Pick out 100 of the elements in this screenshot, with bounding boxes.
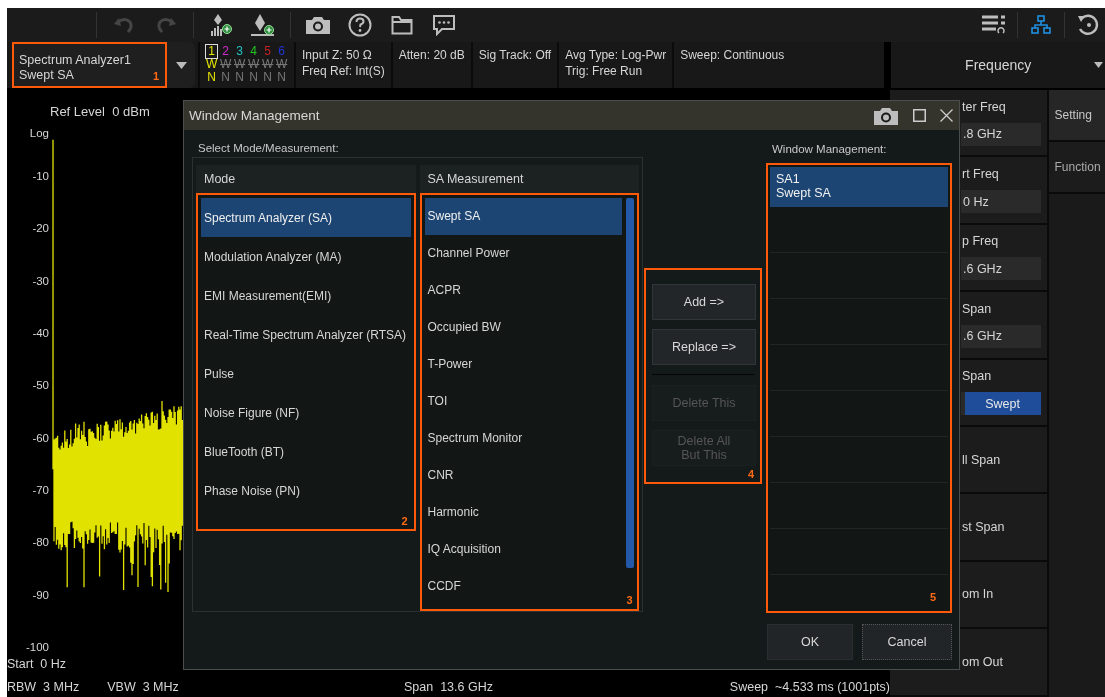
- mode-item[interactable]: Noise Figure (NF): [201, 393, 411, 432]
- measurement-item[interactable]: Spectrum Monitor: [424, 419, 622, 457]
- axis-label: -20: [32, 222, 49, 235]
- trace-type: W: [206, 58, 217, 71]
- scrollbar-thumb[interactable]: [625, 197, 634, 568]
- measurement-item[interactable]: Harmonic: [424, 493, 622, 531]
- vbw-value: VBW 3 MHz: [107, 680, 179, 694]
- menu-header[interactable]: Frequency: [891, 42, 1105, 88]
- setting-text: Avg Type: Log-Pwr: [565, 47, 667, 63]
- trace-detector: N: [262, 71, 273, 84]
- mode-item[interactable]: Real-Time Spectrum Analyzer (RTSA): [201, 315, 411, 354]
- cancel-button[interactable]: Cancel: [862, 624, 952, 660]
- setting-text: Trig: Free Run: [565, 63, 644, 79]
- trace-number[interactable]: 1: [206, 45, 217, 58]
- trace-detector: N: [276, 71, 287, 84]
- softkey-label: ter Freq: [962, 99, 1006, 114]
- toggle-option[interactable]: Swept: [964, 392, 1041, 416]
- mode-item[interactable]: Modulation Analyzer (MA): [201, 237, 411, 276]
- trace-type: W: [276, 58, 287, 71]
- mode-item[interactable]: Spectrum Analyzer (SA): [201, 198, 411, 237]
- callout-number: 1: [152, 69, 159, 84]
- group-label: Select Mode/Measurement:: [198, 142, 339, 154]
- mode-item[interactable]: EMI Measurement(EMI): [201, 276, 411, 315]
- measurement-item[interactable]: CCDF: [424, 567, 622, 605]
- measurement-item[interactable]: Occupied BW: [424, 308, 622, 346]
- callout-number: 3: [626, 594, 633, 606]
- caret-icon: [175, 61, 187, 69]
- mode-item[interactable]: Pulse: [201, 354, 411, 393]
- setting-text: Atten: 20 dB: [398, 47, 465, 63]
- softkey-label: Span: [962, 301, 992, 316]
- axis-label: -30: [32, 274, 49, 287]
- rbw-value: RBW 3 MHz: [7, 680, 80, 694]
- trace-type: W: [262, 58, 273, 71]
- value-field[interactable]: 0 Hz: [961, 190, 1041, 214]
- trace-number[interactable]: 4: [248, 45, 259, 58]
- chat-icon[interactable]: [432, 14, 456, 36]
- value-field[interactable]: .6 GHz: [961, 257, 1041, 281]
- setting-text: Sweep: Continuous: [680, 47, 785, 63]
- ref-level: Ref Level 0 dBm: [50, 104, 150, 119]
- softkey-label: om In: [962, 587, 994, 602]
- camera-icon[interactable]: [305, 15, 331, 35]
- mode-item[interactable]: Phase Noise (PN): [201, 471, 411, 510]
- action-button[interactable]: Add =>: [652, 284, 756, 320]
- camera-icon[interactable]: [873, 105, 899, 126]
- dropdown-button[interactable]: [167, 42, 195, 88]
- maximize-icon[interactable]: [913, 109, 926, 122]
- trace-number[interactable]: 3: [234, 45, 245, 58]
- trace-number[interactable]: 2: [220, 45, 231, 58]
- softkey-label: st Span: [962, 520, 1005, 535]
- mode-item[interactable]: BlueTooth (BT): [201, 432, 411, 471]
- softkey-label: p Freq: [962, 234, 999, 249]
- value-field[interactable]: .6 GHz: [961, 324, 1041, 348]
- dialog-title: Window Management: [189, 108, 320, 123]
- measurement-item[interactable]: ACPR: [424, 271, 622, 309]
- measurement-item[interactable]: CNR: [424, 456, 622, 494]
- setting-text: Input Z: 50 Ω: [302, 47, 373, 63]
- network-icon[interactable]: [1031, 15, 1051, 35]
- column-header: SA Measurement: [419, 165, 639, 193]
- side-tab[interactable]: Setting: [1048, 90, 1105, 142]
- trace-detector: N: [220, 71, 231, 84]
- axis-label: -60: [32, 431, 49, 444]
- measurement-item[interactable]: TOI: [424, 382, 622, 420]
- caret-icon: [1094, 62, 1103, 68]
- trace-type: W: [220, 58, 231, 71]
- trace-type: W: [248, 58, 259, 71]
- setting-text: Freq Ref: Int(S): [302, 63, 385, 79]
- close-icon[interactable]: [940, 109, 953, 122]
- measurement-item[interactable]: Channel Power: [424, 234, 622, 272]
- circular-arrow-icon[interactable]: [1076, 13, 1100, 37]
- ok-button[interactable]: OK: [767, 624, 853, 660]
- bar-diamond-icon[interactable]: [209, 13, 233, 37]
- measurement-item[interactable]: IQ Acquisition: [424, 530, 622, 568]
- trace-detector: N: [206, 71, 217, 84]
- window-item[interactable]: SA1 Swept SA: [770, 167, 948, 207]
- sweep-time: Sweep ~4.533 ms (1001pts): [729, 680, 890, 694]
- axis-label: -70: [32, 483, 49, 496]
- softkey-label: rt Freq: [962, 167, 999, 182]
- help-icon[interactable]: [348, 13, 372, 37]
- axis-label: -100: [25, 640, 49, 653]
- axis-label: -50: [32, 379, 49, 392]
- diamond-plus-icon[interactable]: [250, 13, 276, 37]
- list-icon[interactable]: [981, 14, 1007, 36]
- trace-detector: N: [234, 71, 245, 84]
- softkey-label: om Out: [962, 654, 1003, 669]
- start-frequency: Start 0 Hz: [7, 657, 67, 671]
- group-label: Window Management:: [772, 143, 887, 155]
- axis-label: -10: [32, 170, 49, 183]
- span-value: Span 13.6 GHz: [404, 680, 493, 694]
- trace-detector: N: [248, 71, 259, 84]
- action-button[interactable]: Replace =>: [652, 329, 756, 365]
- folder-icon[interactable]: [391, 15, 413, 35]
- value-field[interactable]: .8 GHz: [961, 122, 1041, 146]
- setting-text: Sig Track: Off: [478, 47, 552, 63]
- trace-type: W: [234, 58, 245, 71]
- measurement-item[interactable]: Swept SA: [424, 197, 622, 235]
- mode-selector[interactable]: Spectrum Analyzer1 Swept SA 1: [12, 42, 167, 88]
- callout-number: 5: [929, 591, 936, 603]
- axis-label: -80: [32, 536, 49, 549]
- callout-number: 2: [401, 515, 408, 527]
- measurement-item[interactable]: T-Power: [424, 345, 622, 383]
